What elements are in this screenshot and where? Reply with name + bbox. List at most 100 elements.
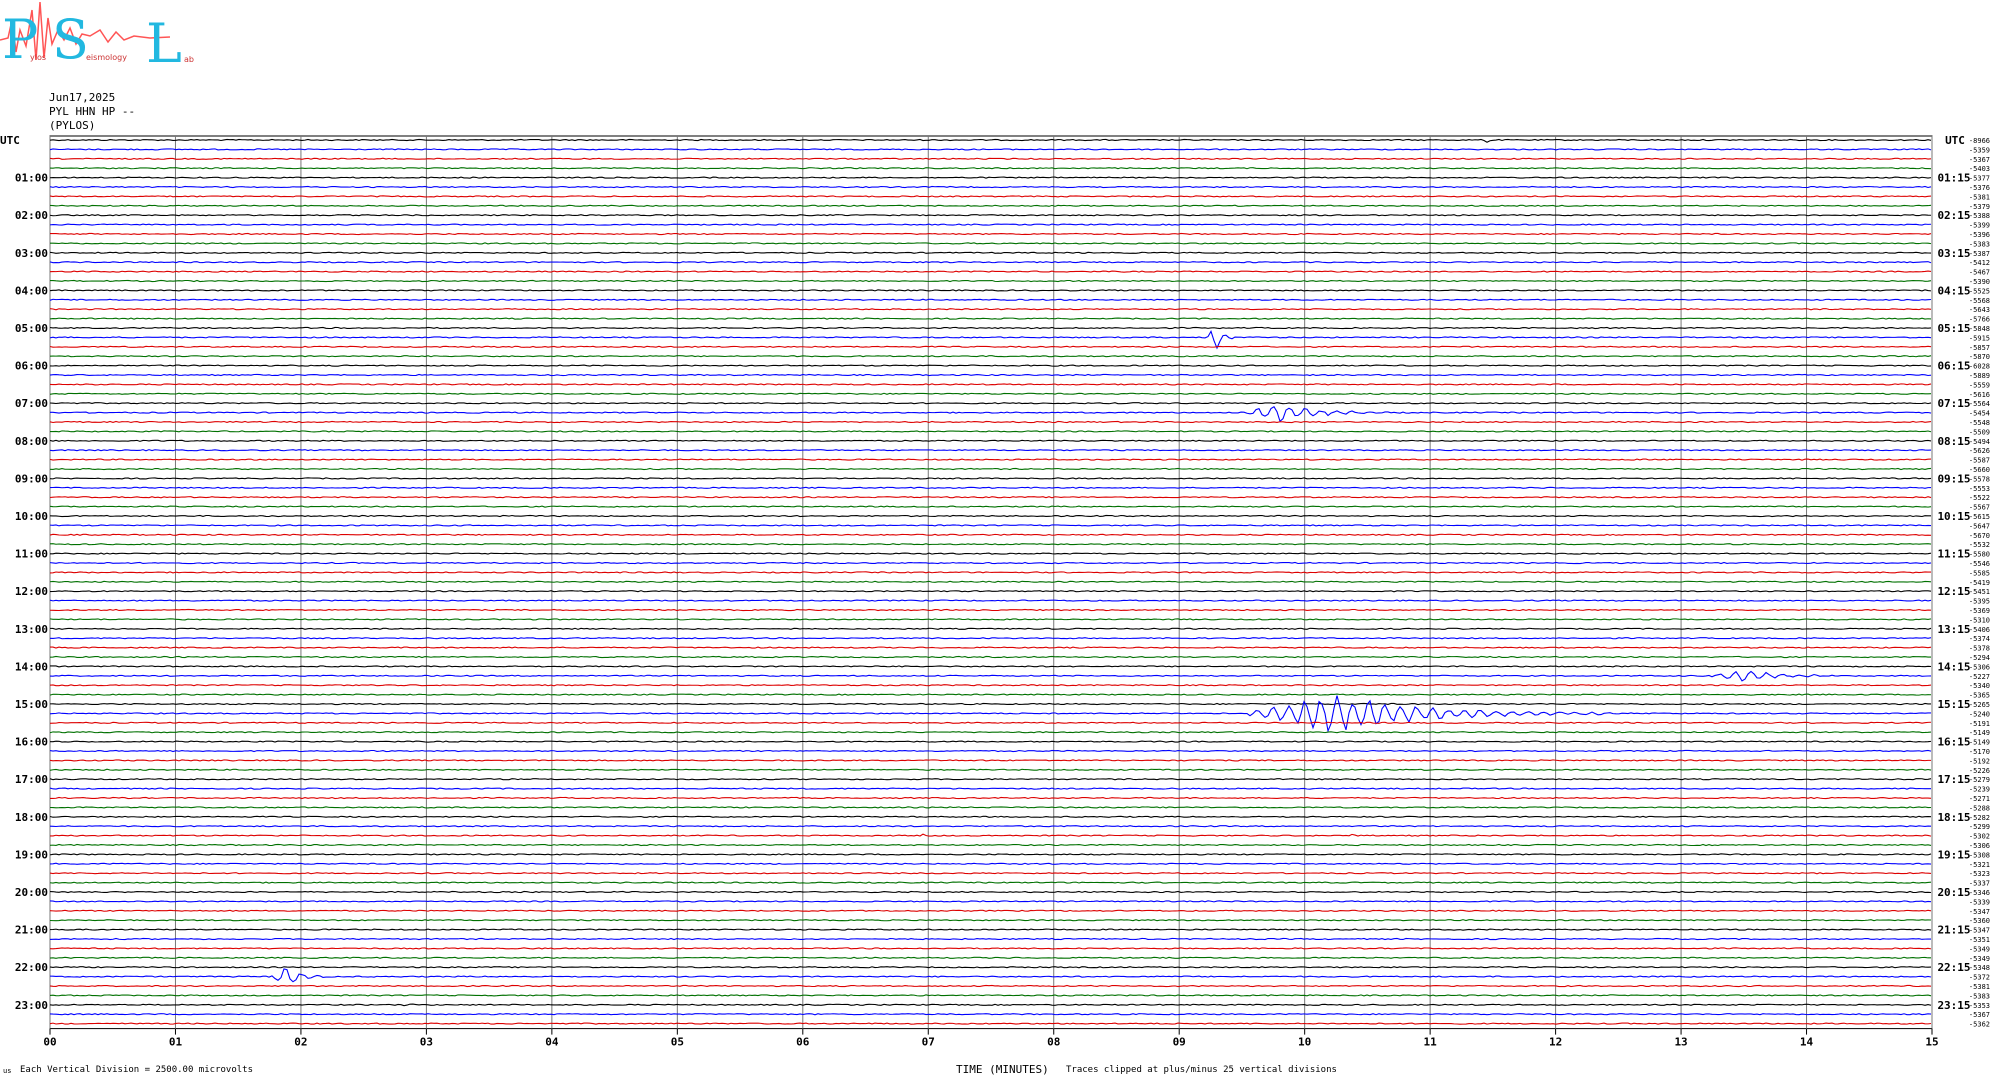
seismic-trace — [49, 599, 1932, 602]
hour-label-left: 07:00 — [15, 397, 48, 410]
seismic-trace — [49, 251, 1932, 254]
seismic-trace — [49, 984, 1932, 988]
trace-offset-label: -5369 — [1969, 607, 1990, 615]
trace-offset-label: -5321 — [1969, 861, 1990, 869]
trace-offset-label: -5553 — [1969, 485, 1990, 493]
seismic-trace — [49, 909, 1932, 912]
hour-label-left: 13:00 — [15, 623, 48, 636]
seismic-trace — [49, 608, 1932, 612]
trace-offset-label: -6028 — [1969, 363, 1990, 371]
hour-label-left: 20:00 — [15, 886, 48, 899]
trace-offset-label: -5454 — [1969, 410, 1990, 418]
trace-offset-label: -5377 — [1969, 175, 1990, 183]
seismic-trace — [49, 242, 1932, 245]
seismic-trace — [49, 298, 1932, 301]
trace-offset-label: -5367 — [1969, 1011, 1990, 1019]
seismic-trace — [49, 420, 1932, 424]
hour-label-left: 06:00 — [15, 360, 48, 373]
hour-label-left: 21:00 — [15, 924, 48, 937]
trace-offset-label: -5525 — [1969, 287, 1990, 295]
trace-offset-label: -5578 — [1969, 475, 1990, 483]
trace-offset-label: -5494 — [1969, 438, 1990, 446]
seismic-trace — [49, 853, 1932, 856]
hour-label-right: 09:15 — [1937, 472, 1970, 485]
seismic-trace — [49, 232, 1932, 236]
hour-label-right: 03:15 — [1937, 247, 1970, 260]
seismic-trace — [49, 430, 1932, 433]
trace-offset-label: -5346 — [1969, 889, 1990, 897]
footer-marker: us — [3, 1067, 12, 1075]
seismic-trace — [49, 345, 1932, 348]
trace-offset-label: -5643 — [1969, 306, 1990, 314]
hour-label-right: 08:15 — [1937, 435, 1970, 448]
hour-label-left: 18:00 — [15, 811, 48, 824]
trace-offset-label: -5412 — [1969, 259, 1990, 267]
seismic-trace — [49, 768, 1932, 771]
trace-offset-label: -5374 — [1969, 635, 1990, 643]
seismic-trace — [49, 966, 1932, 969]
hour-label-right: 07:15 — [1937, 397, 1970, 410]
seismic-trace — [49, 833, 1932, 837]
trace-offset-label: -5339 — [1969, 898, 1990, 906]
seismic-trace — [49, 317, 1932, 320]
seismic-trace — [49, 778, 1932, 781]
trace-offset-label: -5294 — [1969, 654, 1990, 662]
trace-offset-label: -5306 — [1969, 663, 1990, 671]
hour-label-left: 02:00 — [15, 209, 48, 222]
trace-offset-label: -5509 — [1969, 428, 1990, 436]
seismic-trace — [49, 796, 1932, 800]
trace-offset-label: -5226 — [1969, 767, 1990, 775]
trace-offset-label: -5559 — [1969, 381, 1990, 389]
seismic-trace — [49, 815, 1932, 818]
seismic-trace — [49, 308, 1932, 311]
seismic-trace — [49, 373, 1932, 377]
clip-note: Traces clipped at plus/minus 25 vertical… — [1066, 1065, 1337, 1075]
seismic-trace — [49, 900, 1932, 903]
x-tick-label: 09 — [1173, 1036, 1186, 1049]
seismic-trace — [49, 176, 1932, 179]
hour-label-left: 22:00 — [15, 961, 48, 974]
trace-offset-label: -5615 — [1969, 513, 1990, 521]
trace-offset-label: -5388 — [1969, 212, 1990, 220]
seismic-trace — [49, 637, 1932, 640]
seismic-trace — [49, 289, 1932, 292]
seismic-trace — [49, 843, 1932, 847]
hour-label-right: 11:15 — [1937, 548, 1970, 561]
trace-offset-label: -5403 — [1969, 165, 1990, 173]
trace-offset-label: -5626 — [1969, 447, 1990, 455]
seismic-trace — [49, 138, 1932, 143]
trace-offset-label: -5387 — [1969, 250, 1990, 258]
seismic-trace — [49, 749, 1932, 753]
hour-label-right: 20:15 — [1937, 886, 1970, 899]
hour-label-left: 16:00 — [15, 736, 48, 749]
seismic-trace — [49, 195, 1932, 198]
seismic-trace — [49, 702, 1932, 706]
seismic-trace — [49, 684, 1932, 687]
trace-offset-label: -5347 — [1969, 927, 1990, 935]
trace-offset-label: -5381 — [1969, 193, 1990, 201]
hour-label-right: 23:15 — [1937, 999, 1970, 1012]
trace-offset-label: -5349 — [1969, 955, 1990, 963]
trace-offset-label: -5567 — [1969, 504, 1990, 512]
seismic-trace — [49, 552, 1932, 555]
seismic-trace — [49, 937, 1932, 941]
trace-offset-label: -5451 — [1969, 588, 1990, 596]
seismic-trace — [49, 759, 1932, 762]
hour-label-left: 08:00 — [15, 435, 48, 448]
trace-offset-label: -5240 — [1969, 710, 1990, 718]
trace-offset-label: -5390 — [1969, 278, 1990, 286]
seismic-trace — [49, 458, 1932, 461]
hour-label-left: 05:00 — [15, 322, 48, 335]
seismic-trace — [49, 204, 1932, 207]
trace-offset-label: -5406 — [1969, 626, 1990, 634]
x-tick-label: 01 — [169, 1036, 183, 1049]
x-tick-label: 11 — [1424, 1036, 1438, 1049]
hour-label-left: 19:00 — [15, 848, 48, 861]
scale-note: Each Vertical Division = 2500.00 microvo… — [20, 1065, 253, 1075]
x-tick-label: 03 — [420, 1036, 433, 1049]
hour-label-left: 12:00 — [15, 585, 48, 598]
hour-label-right: 02:15 — [1937, 209, 1970, 222]
seismic-trace — [49, 392, 1932, 395]
hour-label-right: 01:15 — [1937, 172, 1970, 185]
trace-offset-label: -5351 — [1969, 936, 1990, 944]
